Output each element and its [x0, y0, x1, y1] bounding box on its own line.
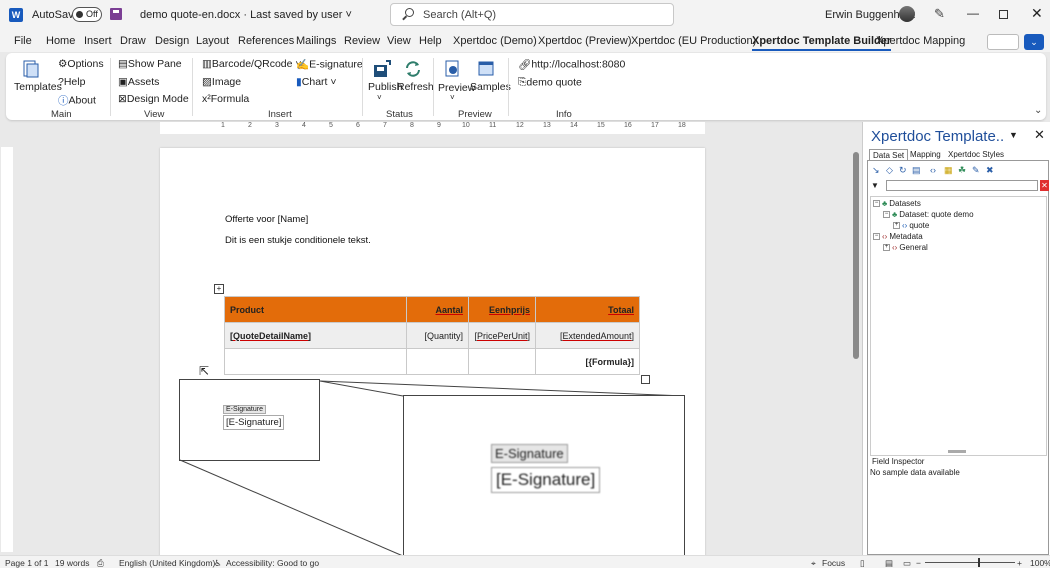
tree-label: quote: [909, 221, 930, 230]
filter-input[interactable]: [886, 180, 1038, 191]
pane-tab-xpertdoc-styles[interactable]: Xpertdoc Styles: [945, 149, 1007, 160]
accessibility-status[interactable]: Accessibility: Good to go: [226, 558, 319, 568]
expand-icon[interactable]: +: [893, 222, 900, 230]
focus-button[interactable]: Focus: [822, 558, 845, 568]
field-inspector-title: Field Inspector: [872, 457, 925, 466]
pen-icon[interactable]: ✎: [934, 6, 945, 22]
arrow-icon[interactable]: ↘: [872, 165, 880, 176]
dataset-icon: ♣: [892, 210, 898, 219]
zoom-slider[interactable]: [925, 562, 1015, 563]
tree-node-quote[interactable]: + ‹› quote: [893, 221, 929, 230]
pane-title: Xpertdoc Template..: [871, 128, 1005, 145]
status-bar: Page 1 of 1 19 words ⎙ English (United K…: [0, 555, 1050, 568]
code-icon[interactable]: ‹›: [930, 165, 936, 175]
tree-label: General: [899, 243, 928, 252]
pane-tab-mapping[interactable]: Mapping: [907, 149, 944, 160]
dataset-tree: − ♣ Datasets − ♣ Dataset: quote demo + ‹› quot…: [870, 196, 1047, 456]
web-layout-icon[interactable]: ▭: [903, 558, 911, 568]
diamond-icon[interactable]: ◇: [886, 165, 893, 176]
filter-icon: ▼: [871, 181, 879, 190]
tree-node-metadata[interactable]: − ‹› Metadata: [873, 232, 923, 241]
field-inspector-message: No sample data available: [870, 468, 960, 477]
element-icon: ‹›: [892, 243, 898, 252]
refresh-icon[interactable]: ↻: [899, 165, 907, 176]
print-layout-icon[interactable]: ▤: [885, 558, 893, 568]
minimize-icon[interactable]: —: [967, 6, 979, 20]
avatar[interactable]: [899, 6, 915, 22]
expand-icon[interactable]: +: [883, 244, 890, 252]
zoom-level[interactable]: 100%: [1030, 558, 1050, 568]
zoom-in-icon[interactable]: +: [1017, 558, 1022, 568]
word-count[interactable]: 19 words: [55, 558, 90, 568]
pane-body: ↘ ◇ ↻ ▤ ‹› ▦ ☘ ✎ ✖ ▼ ✕ − ♣ Datasets − ♣ Data…: [867, 160, 1049, 555]
tree-label: Dataset: quote demo: [899, 210, 974, 219]
close-icon[interactable]: ✕: [1031, 5, 1043, 22]
zoom-slider-thumb[interactable]: [978, 558, 980, 567]
collapse-ribbon-icon[interactable]: ⌄: [1034, 105, 1042, 116]
xpertdoc-task-pane: Xpertdoc Template.. ▼ ✕ Data Set Mapping…: [862, 122, 1050, 555]
collapse-icon[interactable]: −: [873, 233, 880, 241]
maximize-icon[interactable]: [999, 10, 1008, 19]
collapse-icon[interactable]: −: [883, 211, 890, 219]
page-count[interactable]: Page 1 of 1: [5, 558, 48, 568]
proofing-icon[interactable]: ⎙: [97, 558, 104, 568]
pane-options-dropdown-icon[interactable]: ▼: [1009, 130, 1018, 140]
zoom-out-icon[interactable]: −: [916, 558, 921, 568]
edit-icon[interactable]: ✎: [972, 165, 980, 176]
tree-icon[interactable]: ☘: [958, 165, 966, 176]
delete-icon[interactable]: ✖: [986, 165, 994, 176]
tree-node-datasets[interactable]: − ♣ Datasets: [873, 199, 921, 208]
esignature-tag[interactable]: E-Signature: [223, 405, 266, 414]
datasets-icon: ♣: [882, 199, 888, 208]
focus-icon: ⌖: [811, 558, 816, 568]
comments-button[interactable]: [987, 34, 1019, 50]
tab-xpertdoc-mapping[interactable]: Xpertdoc Mapping: [876, 35, 965, 47]
esignature-field[interactable]: [E-Signature]: [223, 415, 285, 430]
collapse-icon[interactable]: −: [873, 200, 880, 208]
esignature-field-magnified: [E-Signature]: [491, 467, 601, 493]
tree-node-dataset-quote-demo[interactable]: − ♣ Dataset: quote demo: [883, 210, 974, 219]
read-mode-icon[interactable]: ▯: [860, 558, 865, 568]
share-button[interactable]: ⌄: [1024, 34, 1044, 50]
language[interactable]: English (United Kingdom): [119, 558, 215, 568]
element-icon: ‹›: [902, 221, 908, 230]
tree-label: Metadata: [889, 232, 923, 241]
esignature-tag-magnified: E-Signature: [491, 444, 568, 463]
document-scrollbar[interactable]: [852, 147, 860, 552]
accessibility-icon[interactable]: ♿︎: [214, 558, 222, 568]
grid-icon[interactable]: ▤: [912, 165, 921, 176]
metadata-icon: ‹›: [882, 232, 888, 241]
pane-close-icon[interactable]: ✕: [1034, 127, 1045, 143]
folder-icon[interactable]: ▦: [944, 165, 953, 176]
tree-node-general[interactable]: + ‹› General: [883, 243, 928, 252]
clear-filter-icon[interactable]: ✕: [1040, 180, 1049, 191]
tree-label: Datasets: [889, 199, 921, 208]
pane-splitter[interactable]: [948, 450, 966, 453]
scrollbar-thumb[interactable]: [853, 152, 859, 359]
